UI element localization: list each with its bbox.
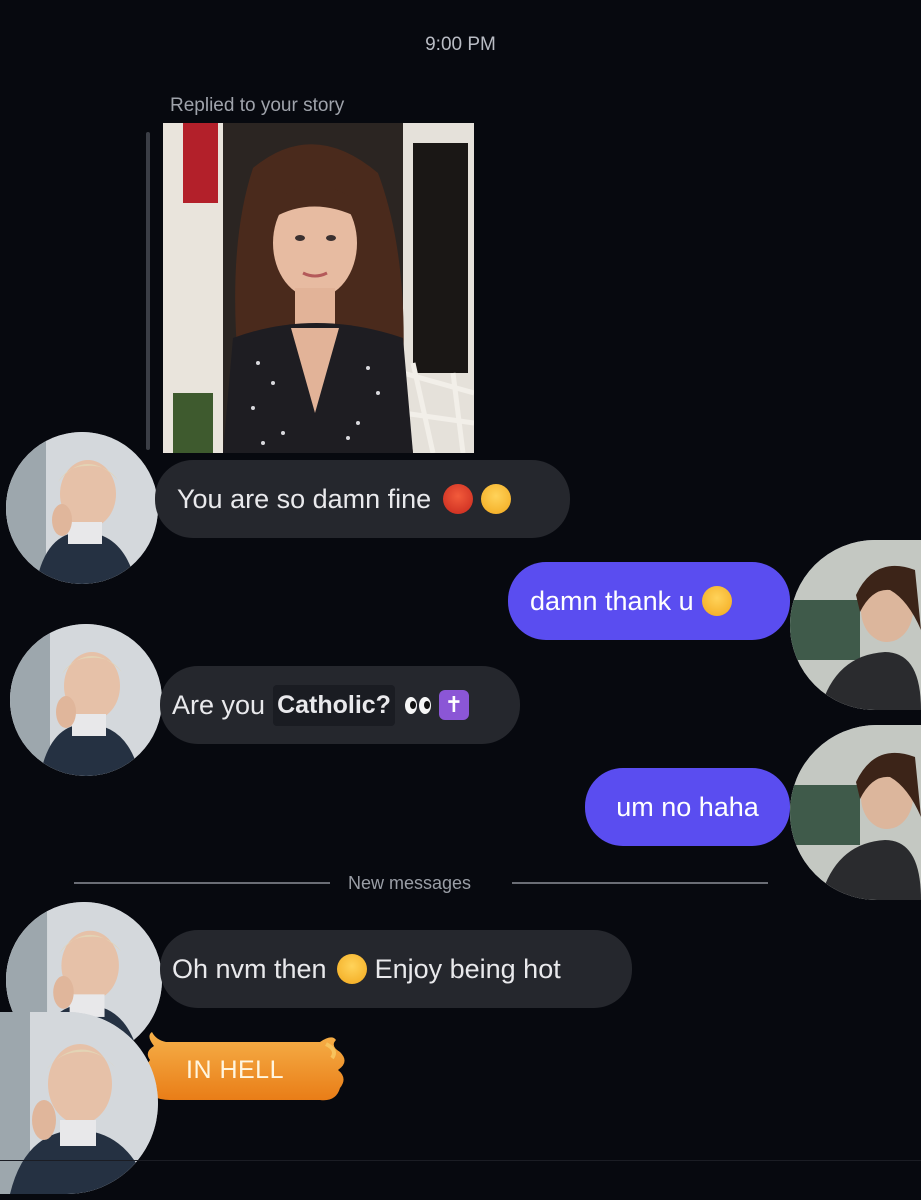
- recipient-avatar[interactable]: [790, 725, 921, 900]
- story-photo[interactable]: [163, 123, 474, 453]
- latin-cross-emoji: ✝: [438, 690, 469, 720]
- incoming-message-bubble[interactable]: Are you Catholic? ✝: [160, 666, 520, 744]
- story-photo-image: [163, 123, 474, 453]
- story-reply-label: Replied to your story: [170, 95, 345, 116]
- new-messages-divider-label: New messages: [348, 873, 472, 893]
- sender-avatar-image: [10, 624, 162, 776]
- message-text: Are you: [172, 689, 266, 720]
- hot-face-emoji: [443, 484, 474, 514]
- bottom-divider: [0, 1160, 921, 1161]
- recipient-avatar-image: [790, 725, 921, 900]
- outgoing-message-bubble[interactable]: damn thank u: [508, 562, 790, 640]
- incoming-message-bubble[interactable]: You are so damn fine: [155, 460, 570, 538]
- sender-avatar-image: [6, 432, 158, 584]
- incoming-message-bubble[interactable]: Oh nvm then Enjoy being hot: [160, 930, 632, 1008]
- crying-face-emoji: [701, 586, 732, 616]
- message-timestamp: 9:00 PM: [425, 34, 496, 55]
- message-text: um no haha: [616, 791, 759, 822]
- sender-avatar[interactable]: [10, 624, 162, 776]
- message-text-emphasis: Catholic?: [273, 684, 395, 726]
- recipient-avatar[interactable]: [790, 540, 921, 710]
- message-text: damn thank u: [530, 585, 694, 616]
- exhausted-face-emoji: [481, 484, 512, 514]
- message-text: You are so damn fine: [177, 483, 432, 514]
- sender-avatar[interactable]: [6, 432, 158, 584]
- divider-line-left: [74, 882, 330, 884]
- recipient-avatar-image: [790, 540, 921, 710]
- reply-indicator-bar: [146, 132, 150, 450]
- divider-line-right: [512, 882, 768, 884]
- message-text: IN HELL: [186, 1056, 284, 1084]
- message-text-continued: Enjoy being hot: [374, 953, 561, 984]
- outgoing-message-bubble[interactable]: um no haha: [585, 768, 790, 846]
- tears-of-joy-emoji: [336, 954, 367, 984]
- eyes-emoji: [404, 696, 433, 714]
- message-text: Oh nvm then: [172, 953, 327, 984]
